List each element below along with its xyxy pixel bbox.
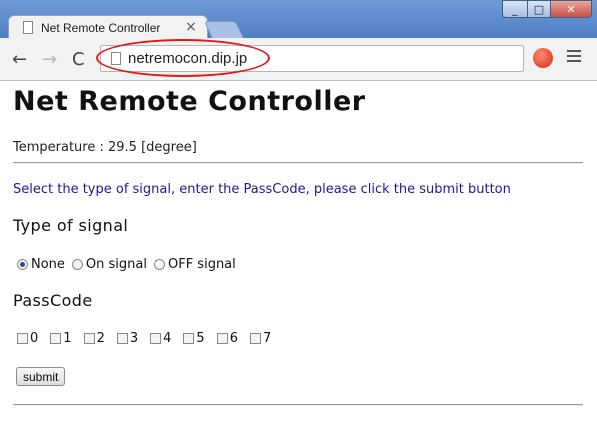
page-icon <box>23 21 33 34</box>
passcode-checkbox-7[interactable] <box>249 333 261 344</box>
tab-close-icon[interactable]: × <box>185 19 197 35</box>
close-window-button[interactable]: ✕ <box>550 0 592 18</box>
checkbox-label: 7 <box>262 331 272 346</box>
browser-tab[interactable]: Net Remote Controller × <box>8 15 208 40</box>
radio-label: None <box>31 257 65 272</box>
passcode-checkbox-6[interactable] <box>216 333 228 344</box>
page-icon <box>111 52 121 65</box>
address-bar[interactable]: netremocon.dip.jp <box>100 45 524 72</box>
temperature-readout: Temperature : 29.5 [degree] <box>13 140 197 155</box>
passcode-checkbox-3[interactable] <box>116 333 128 344</box>
passcode-checkbox-5[interactable] <box>183 333 195 344</box>
new-tab-button[interactable] <box>203 21 245 39</box>
forward-icon[interactable]: → <box>42 49 57 70</box>
checkbox-label: 5 <box>196 331 205 346</box>
page-title: Net Remote Controller <box>13 86 366 117</box>
checkbox-label: 0 <box>30 331 39 346</box>
tab-title: Net Remote Controller <box>41 21 161 35</box>
radio-off-signal[interactable] <box>153 259 165 270</box>
instruction-text: Select the type of signal, enter the Pas… <box>13 182 511 197</box>
extension-icon[interactable] <box>533 48 553 68</box>
passcode-checkbox-0[interactable] <box>17 333 28 344</box>
submit-button[interactable]: submit <box>16 367 66 386</box>
checkbox-label: 3 <box>129 331 139 346</box>
minimize-button[interactable]: _ <box>502 0 528 18</box>
window-titlebar: Net Remote Controller × _ □ ✕ <box>0 0 597 40</box>
signal-radio-group: None On signal OFF signal <box>17 257 243 272</box>
url-text: netremocon.dip.jp <box>128 50 248 67</box>
radio-label: OFF signal <box>167 257 236 272</box>
browser-toolbar: ← → C netremocon.dip.jp <box>0 38 597 81</box>
checkbox-label: 6 <box>229 331 238 346</box>
reload-icon[interactable]: C <box>72 49 85 70</box>
divider <box>13 404 583 406</box>
maximize-button[interactable]: □ <box>527 0 551 18</box>
radio-label: On signal <box>85 257 147 272</box>
menu-icon[interactable] <box>567 50 581 64</box>
divider <box>13 162 583 164</box>
passcode-heading: PassCode <box>13 291 93 310</box>
passcode-checkbox-2[interactable] <box>83 333 95 344</box>
back-icon[interactable]: ← <box>12 49 27 70</box>
signal-type-heading: Type of signal <box>13 216 129 235</box>
passcode-checkbox-1[interactable] <box>50 333 62 344</box>
passcode-checkbox-4[interactable] <box>150 333 162 344</box>
checkbox-label: 1 <box>63 331 72 346</box>
radio-none[interactable] <box>17 259 28 270</box>
checkbox-label: 2 <box>96 331 105 346</box>
passcode-checkbox-group: 0 1 2 3 4 5 6 7 <box>17 331 283 346</box>
checkbox-label: 4 <box>163 331 172 346</box>
radio-on-signal[interactable] <box>71 259 83 270</box>
